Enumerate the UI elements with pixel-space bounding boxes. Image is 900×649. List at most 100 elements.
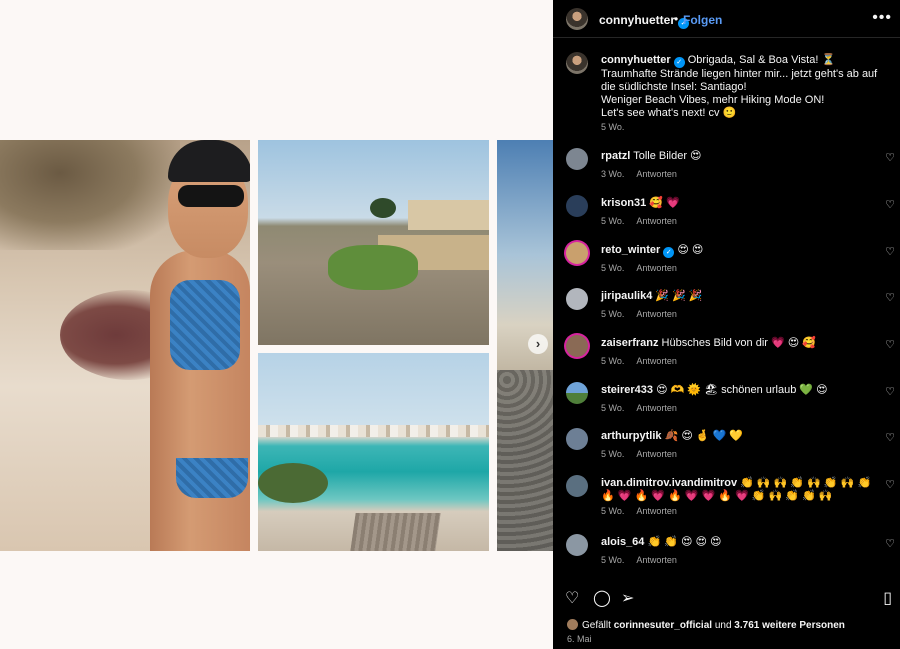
- comment-item: reto_winter ✓ 😍 😍 5 Wo. Antworten ♡: [553, 240, 900, 286]
- comment-time[interactable]: 5 Wo.: [601, 356, 624, 366]
- comment-time[interactable]: 5 Wo.: [601, 403, 624, 413]
- photo-coast-rocks[interactable]: [258, 140, 489, 345]
- likes-count[interactable]: 3.761 weitere Personen: [734, 620, 845, 631]
- photo-bush: [258, 463, 328, 503]
- reply-button[interactable]: Antworten: [636, 309, 677, 319]
- comment-item: ivan.dimitrov.ivandimitrov 👏 🙌 🙌 👏 🙌 👏 🙌…: [553, 473, 900, 533]
- reply-button[interactable]: Antworten: [636, 216, 677, 226]
- avatar[interactable]: [566, 534, 588, 556]
- post-header: connyhuetter ✓ • Folgen •••: [553, 0, 900, 38]
- username-text[interactable]: connyhuetter: [599, 13, 675, 27]
- comment-time[interactable]: 5 Wo.: [601, 216, 624, 226]
- avatar[interactable]: [566, 242, 588, 264]
- comment-body: Tolle Bilder 😍: [633, 150, 702, 162]
- caption-text: connyhuetter ✓ Obrigada, Sal & Boa Vista!…: [601, 54, 891, 120]
- reply-button[interactable]: Antworten: [636, 555, 677, 565]
- more-options-icon[interactable]: •••: [872, 9, 892, 27]
- avatar[interactable]: [566, 52, 588, 74]
- heart-icon[interactable]: ♡: [885, 151, 895, 164]
- comment-time[interactable]: 5 Wo.: [601, 263, 624, 273]
- photo-cobblestones: [497, 370, 553, 551]
- caption-line-3: Let's see what's next! cv 🙂: [601, 107, 737, 119]
- reply-button[interactable]: Antworten: [636, 169, 677, 179]
- heart-icon[interactable]: ♡: [565, 588, 579, 608]
- carousel-next-icon[interactable]: ›: [528, 334, 548, 354]
- comment-time[interactable]: 5 Wo.: [601, 506, 624, 516]
- comment-username[interactable]: rpatzl: [601, 150, 630, 162]
- photo-bikini-bottom: [176, 458, 248, 498]
- comment-username[interactable]: jiripaulik4: [601, 290, 652, 302]
- comment-body: 🥰 💗: [649, 197, 680, 209]
- comment-body: 👏 👏 😍 😍 😍: [647, 536, 722, 548]
- comment-time[interactable]: 5 Wo.: [601, 555, 624, 565]
- comment-text: krison31 🥰 💗: [601, 197, 881, 210]
- heart-icon[interactable]: ♡: [885, 478, 895, 491]
- photo-walkway: [350, 513, 441, 551]
- likes-prefix: Gefällt: [582, 620, 611, 631]
- comment-item: alois_64 👏 👏 😍 😍 😍 5 Wo. Antworten ♡: [553, 532, 900, 578]
- likes-summary: Gefällt corinnesuter_official und 3.761 …: [567, 619, 845, 631]
- avatar[interactable]: [566, 428, 588, 450]
- likes-user[interactable]: corinnesuter_official: [614, 620, 712, 631]
- avatar[interactable]: [566, 288, 588, 310]
- heart-icon[interactable]: ♡: [885, 291, 895, 304]
- comment-time[interactable]: 3 Wo.: [601, 169, 624, 179]
- comment-time[interactable]: 5 Wo.: [601, 449, 624, 459]
- comment-username[interactable]: zaiserfranz: [601, 337, 658, 349]
- heart-icon[interactable]: ♡: [885, 431, 895, 444]
- avatar[interactable]: [566, 382, 588, 404]
- comment-username[interactable]: krison31: [601, 197, 646, 209]
- photo-woman-beach[interactable]: [0, 140, 250, 551]
- avatar[interactable]: [566, 148, 588, 170]
- reply-button[interactable]: Antworten: [636, 403, 677, 413]
- comment-meta: 5 Wo. Antworten: [601, 449, 677, 459]
- comment-item: krison31 🥰 💗 5 Wo. Antworten ♡: [553, 193, 900, 239]
- avatar[interactable]: [566, 195, 588, 217]
- comment-username[interactable]: steirer433: [601, 384, 653, 396]
- comment-icon[interactable]: ◯: [593, 588, 611, 608]
- reply-button[interactable]: Antworten: [636, 356, 677, 366]
- comment-body: 😍 😍: [677, 244, 704, 256]
- comment-text: rpatzl Tolle Bilder 😍: [601, 150, 881, 163]
- reply-button[interactable]: Antworten: [636, 506, 677, 516]
- heart-icon[interactable]: ♡: [885, 537, 895, 550]
- photo-turquoise-bay[interactable]: [258, 353, 489, 551]
- comment-meta: 5 Wo. Antworten: [601, 216, 677, 226]
- comment-item: rpatzl Tolle Bilder 😍 3 Wo. Antworten ♡: [553, 146, 900, 192]
- comment-item: steirer433 😍 🫶 🌞 🏖 schönen urlaub 💚 😍 5 …: [553, 380, 900, 426]
- comment-body: 🍂 😍 🤞 💙 💛: [664, 430, 744, 442]
- comment-body: 🎉 🎉 🎉: [655, 290, 703, 302]
- comment-username[interactable]: alois_64: [601, 536, 644, 548]
- caption-timestamp[interactable]: 5 Wo.: [601, 122, 624, 132]
- avatar[interactable]: [566, 475, 588, 497]
- photo-tree: [0, 140, 180, 250]
- comment-item: arthurpytlik 🍂 😍 🤞 💙 💛 5 Wo. Antworten ♡: [553, 426, 900, 472]
- reply-button[interactable]: Antworten: [636, 263, 677, 273]
- avatar: [567, 619, 578, 630]
- comment-meta: 5 Wo. Antworten: [601, 309, 677, 319]
- comment-username[interactable]: ivan.dimitrov.ivandimitrov: [601, 477, 737, 489]
- heart-icon[interactable]: ♡: [885, 198, 895, 211]
- reply-button[interactable]: Antworten: [636, 449, 677, 459]
- comment-text: jiripaulik4 🎉 🎉 🎉: [601, 290, 881, 303]
- photo-bikini-top: [170, 280, 240, 370]
- bookmark-icon[interactable]: ▯: [883, 588, 892, 608]
- caption-username[interactable]: connyhuetter: [601, 54, 671, 66]
- comment-username[interactable]: reto_winter: [601, 244, 660, 256]
- avatar[interactable]: [566, 335, 588, 357]
- comment-meta: 5 Wo. Antworten: [601, 403, 677, 413]
- avatar[interactable]: [566, 8, 588, 30]
- heart-icon[interactable]: ♡: [885, 245, 895, 258]
- action-bar: ♡ ◯ ➢ ▯: [553, 588, 900, 610]
- caption-line-2: Weniger Beach Vibes, mehr Hiking Mode ON…: [601, 94, 825, 106]
- caption-first-line: Obrigada, Sal & Boa Vista! ⏳: [687, 54, 836, 66]
- verified-icon: ✓: [673, 57, 685, 68]
- comment-time[interactable]: 5 Wo.: [601, 309, 624, 319]
- comment-username[interactable]: arthurpytlik: [601, 430, 662, 442]
- follow-button[interactable]: Folgen: [683, 13, 722, 27]
- share-icon[interactable]: ➢: [621, 588, 634, 608]
- comment-text: zaiserfranz Hübsches Bild von dir 💗 😍 🥰: [601, 337, 881, 350]
- heart-icon[interactable]: ♡: [885, 338, 895, 351]
- comment-meta: 5 Wo. Antworten: [601, 263, 677, 273]
- heart-icon[interactable]: ♡: [885, 385, 895, 398]
